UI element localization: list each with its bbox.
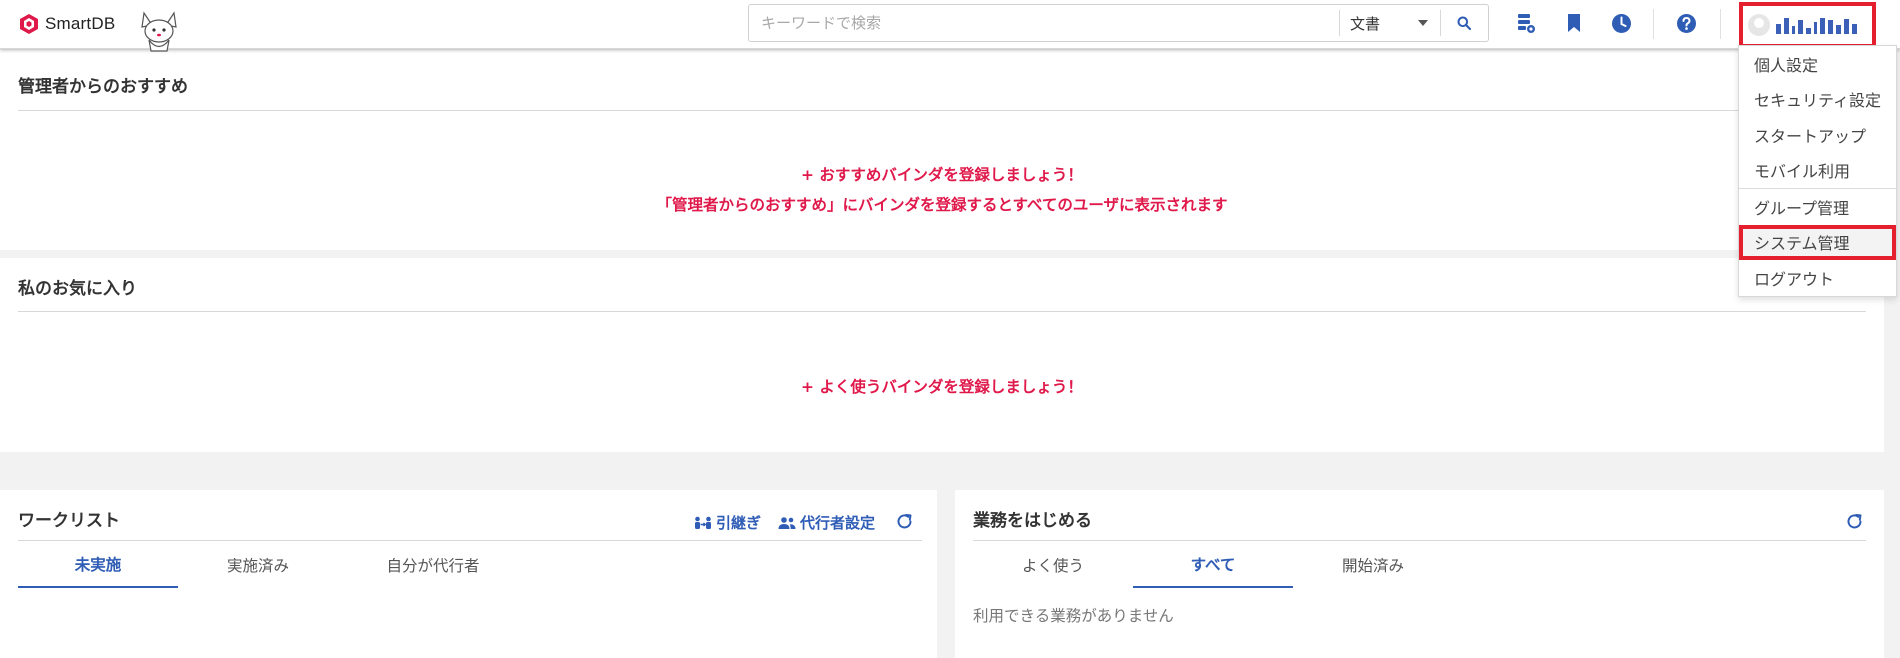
tab-done[interactable]: 実施済み <box>178 542 338 588</box>
users-icon <box>778 516 796 529</box>
menu-item-personal-settings[interactable]: 個人設定 <box>1739 46 1896 82</box>
menu-item-system-management[interactable]: システム管理 <box>1739 224 1896 260</box>
panel-divider <box>18 110 1866 111</box>
tab-not-done[interactable]: 未実施 <box>18 542 178 588</box>
logo-text: SmartDB <box>45 14 116 33</box>
menu-item-group-management[interactable]: グループ管理 <box>1739 189 1896 225</box>
start-work-refresh-button[interactable] <box>1846 513 1863 530</box>
user-menu-button[interactable] <box>1739 2 1876 48</box>
refresh-icon <box>897 514 912 529</box>
header-divider <box>1653 9 1654 39</box>
refresh-icon <box>1847 514 1862 529</box>
handover-icon <box>695 516 711 529</box>
tab-started[interactable]: 開始済み <box>1293 542 1453 588</box>
caret-down-icon <box>1418 20 1428 26</box>
handover-label: 引継ぎ <box>716 514 762 532</box>
menu-item-startup[interactable]: スタートアップ <box>1739 117 1896 153</box>
menu-item-logout[interactable]: ログアウト <box>1739 260 1896 296</box>
panel-title: ワークリスト <box>18 511 120 531</box>
panel-divider <box>18 540 922 541</box>
proxy-settings-button[interactable]: 代行者設定 <box>778 512 875 533</box>
avatar-icon <box>1748 14 1770 36</box>
history-icon[interactable] <box>1608 10 1634 36</box>
header-divider <box>1720 9 1721 39</box>
top-header: SmartDB 文書 <box>0 0 1900 52</box>
bookmark-icon[interactable] <box>1561 10 1587 36</box>
smartdb-logo[interactable]: SmartDB <box>18 13 115 35</box>
register-favorite-link[interactable]: + よく使うバインダを登録しましょう！ <box>0 375 1884 397</box>
handover-button[interactable]: 引継ぎ <box>694 512 761 533</box>
worklist-panel: ワークリスト 引継ぎ 代行者設定 未実施 実施済み 自分が代行者 <box>0 490 937 658</box>
recommend-notice-text: 「管理者からのおすすめ」にバインダを登録するとすべてのユーザに表示されます <box>656 196 1228 214</box>
panel-divider <box>973 540 1866 541</box>
user-name-redacted <box>1776 16 1857 34</box>
search-box: 文書 <box>748 4 1489 42</box>
panel-divider <box>18 311 1866 312</box>
menu-item-mobile[interactable]: モバイル利用 <box>1739 153 1896 189</box>
help-icon[interactable] <box>1673 10 1699 36</box>
smartdb-logo-icon <box>20 14 38 34</box>
admin-recommend-panel: 管理者からのおすすめ + おすすめバインダを登録しましょう！ 「管理者からのおす… <box>0 50 1884 250</box>
tab-all[interactable]: すべて <box>1133 542 1293 588</box>
empty-message: 利用できる業務がありません <box>973 607 1174 625</box>
user-dropdown-menu: 個人設定 セキュリティ設定 スタートアップ モバイル利用 グループ管理 システム… <box>1738 45 1897 297</box>
search-type-select[interactable]: 文書 <box>1340 5 1440 41</box>
register-recommend-link[interactable]: + おすすめバインダを登録しましょう！ <box>0 163 1884 185</box>
panel-title: 業務をはじめる <box>973 511 1092 531</box>
favorites-panel: 私のお気に入り 編集 + よく使うバインダを登録しましょう！ <box>0 258 1884 452</box>
search-button[interactable] <box>1441 5 1487 41</box>
panel-title: 管理者からのおすすめ <box>18 77 188 97</box>
panel-title: 私のお気に入り <box>18 279 137 299</box>
menu-item-security-settings[interactable]: セキュリティ設定 <box>1739 82 1896 118</box>
search-input[interactable] <box>749 5 1339 41</box>
worklist-refresh-button[interactable] <box>896 513 913 530</box>
proxy-label: 代行者設定 <box>800 514 876 532</box>
tab-proxy[interactable]: 自分が代行者 <box>338 542 528 588</box>
search-type-value: 文書 <box>1350 14 1381 33</box>
binder-settings-icon[interactable] <box>1513 10 1539 36</box>
start-work-panel: 業務をはじめる よく使う すべて 開始済み 利用できる業務がありません <box>955 490 1884 658</box>
mascot-icon <box>141 11 177 52</box>
tab-frequently-used[interactable]: よく使う <box>973 542 1133 588</box>
search-icon <box>1457 16 1471 30</box>
